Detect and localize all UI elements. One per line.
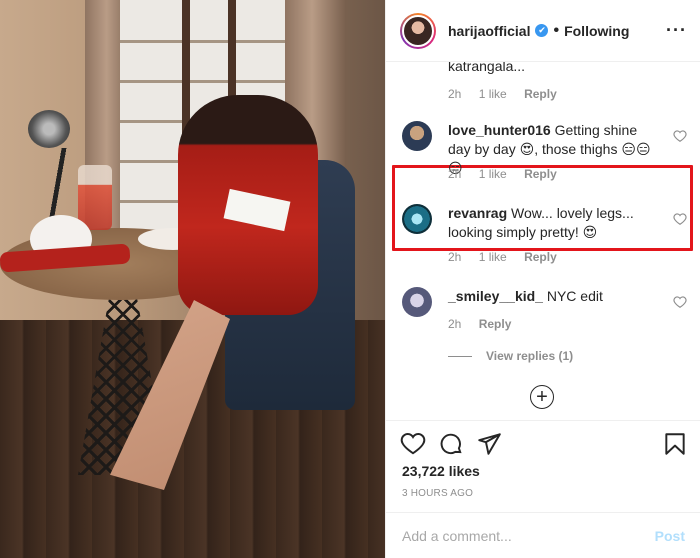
comment-text: _smiley__kid_ NYC edit (448, 287, 658, 306)
comment-meta: 2h 1 like Reply (448, 167, 571, 181)
post-timestamp: 3 HOURS AGO (402, 488, 474, 499)
like-count[interactable]: 23,722 likes (402, 463, 480, 479)
comment-age: 2h (448, 317, 462, 331)
comment-item: revanrag Wow... lovely legs... looking s… (402, 204, 687, 274)
reply-button[interactable]: Reply (479, 317, 512, 331)
more-options-icon[interactable]: ··· (666, 20, 687, 41)
add-comment-input[interactable] (402, 527, 655, 544)
post-header: harijaofficial ✔ • Following ··· (386, 0, 700, 62)
comment-meta: 2h 1 like Reply (448, 250, 571, 264)
cut-off-comment-meta: 2h 1 like Reply (448, 87, 571, 101)
comment-avatar[interactable] (402, 204, 432, 234)
comment-username[interactable]: revanrag (448, 205, 507, 221)
post-username[interactable]: harijaofficial (448, 23, 530, 39)
comment-item: love_hunter016 Getting shine day by day … (402, 121, 687, 191)
view-replies-button[interactable]: View replies (1) (448, 349, 573, 363)
comment-like-heart-icon[interactable] (673, 295, 687, 309)
view-replies-label: View replies (1) (486, 349, 574, 363)
comment-meta: 2h Reply (448, 317, 525, 331)
following-button[interactable]: Following (564, 23, 629, 39)
comment-item: _smiley__kid_ NYC edit 2h Reply (402, 287, 687, 339)
bookmark-icon[interactable] (662, 431, 688, 457)
verified-badge-icon: ✔ (535, 24, 549, 37)
comment-like-heart-icon[interactable] (673, 212, 687, 226)
comment-age: 2h (448, 250, 462, 264)
cut-off-comment-text: katrangala... (448, 62, 526, 74)
comment-like-heart-icon[interactable] (673, 129, 687, 143)
comment-avatar[interactable] (402, 287, 432, 317)
heart-icon[interactable] (400, 431, 426, 457)
comment-icon[interactable] (438, 431, 464, 457)
post-comment-button[interactable]: Post (655, 528, 685, 544)
comments-list[interactable]: katrangala... 2h 1 like Reply love_hunte… (386, 62, 700, 430)
avatar[interactable] (400, 12, 436, 49)
header-separator: • (553, 21, 560, 39)
reply-button[interactable]: Reply (524, 167, 557, 181)
comment-text: revanrag Wow... lovely legs... looking s… (448, 204, 658, 242)
comment-body: NYC edit (546, 288, 603, 304)
comment-username[interactable]: love_hunter016 (448, 122, 551, 138)
photo-jug (78, 165, 112, 230)
reply-button[interactable]: Reply (524, 87, 557, 101)
action-icons-row (400, 431, 700, 459)
photo-lamp (28, 110, 70, 148)
plus-circle-icon[interactable]: + (530, 385, 554, 409)
comment-like-count[interactable]: 1 like (479, 250, 507, 264)
comment-avatar[interactable] (402, 121, 432, 151)
view-replies-line (448, 355, 472, 357)
share-icon[interactable] (476, 431, 502, 457)
comment-like-count[interactable]: 1 like (479, 87, 507, 101)
comment-age: 2h (448, 87, 462, 101)
comment-age: 2h (448, 167, 462, 181)
post-actions: 23,722 likes 3 HOURS AGO (386, 420, 700, 499)
post-panel: harijaofficial ✔ • Following ··· katrang… (385, 0, 700, 558)
comment-like-count[interactable]: 1 like (479, 167, 507, 181)
comment-username[interactable]: _smiley__kid_ (448, 288, 543, 304)
reply-button[interactable]: Reply (524, 250, 557, 264)
comment-composer: Post (386, 512, 700, 558)
post-photo[interactable] (0, 0, 385, 558)
